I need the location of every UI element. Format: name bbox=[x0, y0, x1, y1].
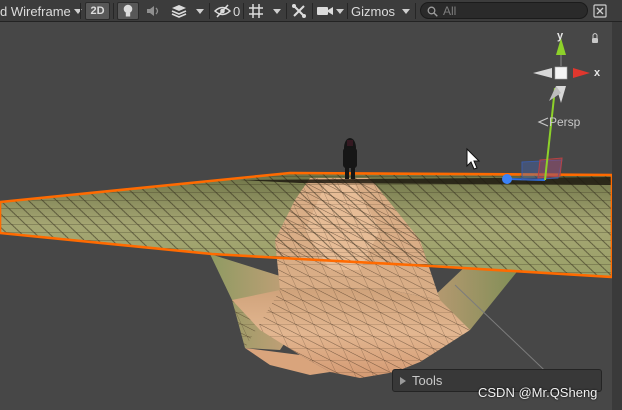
grid-dropdown[interactable] bbox=[273, 0, 281, 22]
gizmos-dropdown[interactable]: Gizmos bbox=[351, 0, 395, 22]
toggle-2d-label: 2D bbox=[90, 5, 105, 17]
grid-toggle-button[interactable] bbox=[248, 0, 264, 22]
terrain-mesh-view[interactable] bbox=[0, 22, 622, 410]
eye-slash-icon bbox=[214, 4, 231, 18]
speaker-icon bbox=[147, 6, 159, 16]
x-axis-cone[interactable] bbox=[573, 68, 590, 78]
toolbar-divider bbox=[312, 3, 313, 19]
chevron-down-icon bbox=[196, 8, 204, 14]
perspective-icon bbox=[537, 117, 549, 127]
orientation-gizmo[interactable] bbox=[533, 33, 598, 104]
clear-search-button[interactable] bbox=[593, 0, 607, 22]
y-axis-label: y bbox=[557, 30, 564, 42]
lightbulb-icon bbox=[123, 4, 133, 17]
shading-mode-label: d Wireframe bbox=[0, 3, 71, 19]
gizmos-label: Gizmos bbox=[351, 3, 396, 19]
projection-label: Persp bbox=[549, 115, 581, 129]
toggle-2d-button[interactable]: 2D bbox=[85, 2, 110, 20]
toolbar-divider bbox=[209, 3, 210, 19]
search-placeholder: All bbox=[443, 4, 457, 18]
scene-camera-button[interactable] bbox=[316, 0, 334, 22]
scene-visibility-toggle[interactable]: 0 bbox=[214, 0, 240, 22]
toolbar-divider bbox=[347, 3, 348, 19]
x-axis-label: x bbox=[594, 67, 601, 79]
chevron-down-icon bbox=[336, 8, 344, 14]
scene-toolbar: d Wireframe 2D 0 Gizmos All bbox=[0, 0, 622, 22]
effects-dropdown[interactable] bbox=[196, 0, 204, 22]
mouse-cursor-icon bbox=[466, 147, 481, 170]
tools-wrench-icon bbox=[292, 4, 306, 18]
lighting-toggle-button[interactable] bbox=[117, 2, 139, 20]
expand-triangle-icon[interactable] bbox=[400, 376, 406, 385]
toolbar-divider bbox=[243, 3, 244, 19]
grid-icon bbox=[249, 4, 263, 18]
camera-icon bbox=[317, 7, 333, 15]
toolbar-divider bbox=[113, 3, 114, 19]
watermark-text: CSDN @Mr.QSheng bbox=[478, 385, 598, 400]
tools-panel-label: Tools bbox=[412, 373, 443, 388]
clear-search-icon bbox=[593, 4, 607, 18]
move-handle[interactable] bbox=[502, 87, 563, 184]
camera-dropdown[interactable] bbox=[336, 0, 344, 22]
scene-viewport[interactable]: y x Persp Tools bbox=[0, 22, 622, 410]
projection-toggle[interactable]: Persp bbox=[537, 115, 580, 129]
scene-scrollbar[interactable] bbox=[612, 22, 622, 410]
projection-cube[interactable] bbox=[554, 66, 568, 80]
search-input[interactable]: All bbox=[420, 2, 588, 19]
toolbar-divider bbox=[286, 3, 287, 19]
hidden-objects-count: 0 bbox=[233, 3, 241, 19]
toolbar-divider bbox=[415, 3, 416, 19]
gizmos-options-dropdown[interactable] bbox=[402, 0, 410, 22]
effects-toggle-button[interactable] bbox=[170, 0, 188, 22]
component-tools-button[interactable] bbox=[291, 0, 307, 22]
chevron-down-icon bbox=[273, 8, 281, 14]
audio-toggle-button[interactable] bbox=[146, 0, 162, 22]
lock-icon[interactable] bbox=[592, 38, 598, 43]
toolbar-divider bbox=[80, 3, 81, 19]
shading-mode-dropdown[interactable]: d Wireframe bbox=[0, 0, 82, 22]
chevron-down-icon bbox=[402, 8, 410, 14]
search-icon bbox=[427, 6, 438, 17]
layers-effects-icon bbox=[171, 5, 187, 18]
